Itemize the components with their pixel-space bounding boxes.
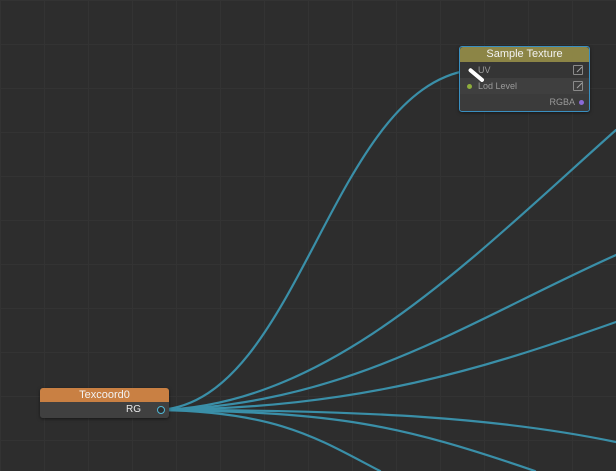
wire-rg-to-offscreen-1[interactable] [158,128,616,412]
output-port-rgba[interactable] [579,100,584,105]
output-port-rg[interactable] [157,406,165,414]
wire-rg-to-offscreen-2[interactable] [158,253,616,412]
output-row-rgba[interactable]: RGBA [460,94,589,110]
output-row-rg[interactable]: RG [40,402,169,418]
texcoord0-node[interactable]: Texcoord0 RG [40,388,169,418]
wire-rg-to-uv[interactable] [158,68,472,412]
wire-rg-to-offscreen-3[interactable] [158,320,616,412]
output-label-rgba: RGBA [549,97,575,107]
node-graph-canvas[interactable]: Sample Texture UV Lod Level RGBA Texcoor… [0,0,616,471]
edit-icon[interactable] [573,65,583,75]
texcoord0-title[interactable]: Texcoord0 [40,388,169,402]
wire-rg-to-offscreen-6[interactable] [158,408,382,471]
wire-rg-to-offscreen-5[interactable] [158,408,537,471]
input-port-lod-level[interactable] [467,84,472,89]
sample-texture-title[interactable]: Sample Texture [460,47,589,62]
output-label-rg: RG [126,404,141,415]
edit-icon[interactable] [573,81,583,91]
